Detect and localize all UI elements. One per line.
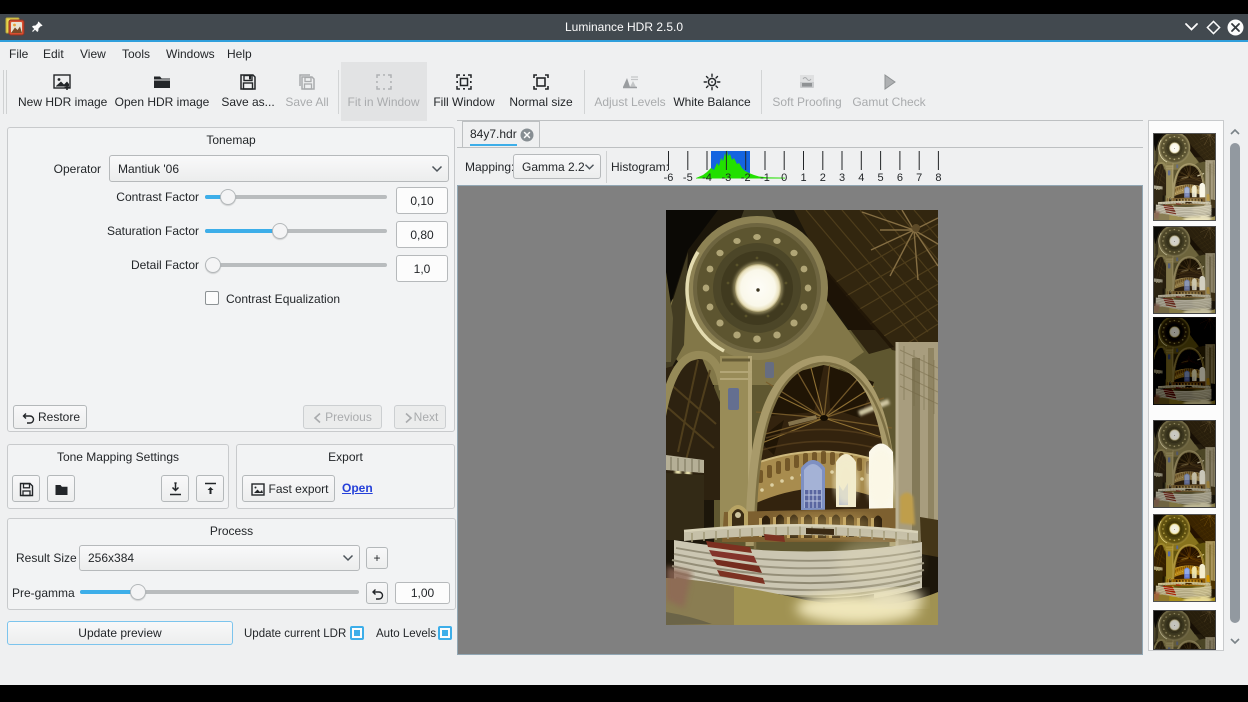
svg-text:6: 6 <box>897 172 903 183</box>
svg-text:5: 5 <box>878 172 884 183</box>
svg-text:2: 2 <box>820 172 826 183</box>
svg-text:8: 8 <box>935 172 941 183</box>
svg-text:4: 4 <box>858 172 864 183</box>
svg-text:7: 7 <box>916 172 922 183</box>
svg-text:-6: -6 <box>664 172 674 183</box>
svg-text:-1: -1 <box>760 172 770 183</box>
svg-text:-5: -5 <box>683 172 693 183</box>
svg-text:-2: -2 <box>741 172 751 183</box>
svg-text:0: 0 <box>781 172 787 183</box>
svg-text:3: 3 <box>839 172 845 183</box>
svg-text:-4: -4 <box>702 172 712 183</box>
svg-text:-3: -3 <box>722 172 732 183</box>
svg-text:1: 1 <box>800 172 806 183</box>
